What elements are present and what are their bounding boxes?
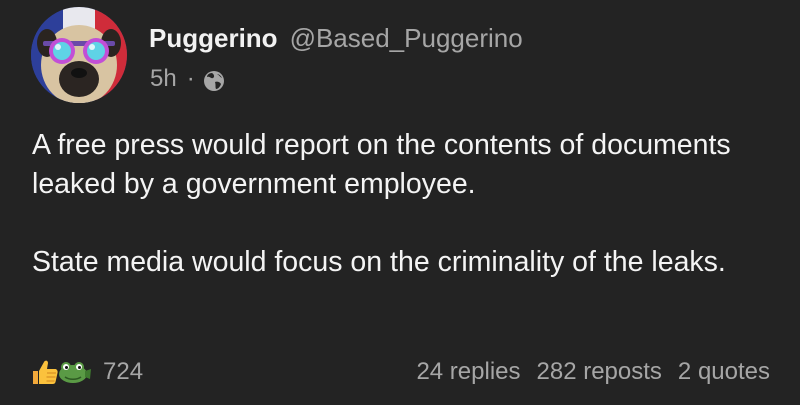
post-paragraph: A free press would report on the content…	[32, 129, 731, 200]
pug-with-sunglasses-avatar-icon	[31, 7, 127, 103]
post-stats: 24 replies 282 reposts 2 quotes	[400, 358, 770, 386]
reactions-button[interactable]: 724	[30, 358, 143, 386]
replies-count[interactable]: 24 replies	[416, 358, 520, 386]
frog-emoji-icon	[59, 362, 91, 383]
post-paragraph: State media would focus on the criminali…	[32, 246, 726, 278]
globe-icon	[203, 68, 225, 91]
post-footer: 724 24 replies 282 reposts 2 quotes	[30, 352, 770, 392]
author-handle[interactable]: @Based_Puggerino	[290, 23, 523, 53]
author-name-row: Puggerino @Based_Puggerino	[149, 18, 523, 58]
quotes-count[interactable]: 2 quotes	[678, 358, 770, 386]
post-body: A free press would report on the content…	[32, 126, 772, 282]
author-display-name[interactable]: Puggerino	[149, 23, 278, 53]
thumbs-up-icon	[33, 360, 58, 384]
author-avatar[interactable]	[31, 7, 127, 103]
post-card: Puggerino @Based_Puggerino 5h · A free pr…	[0, 0, 800, 405]
reposts-count[interactable]: 282 reposts	[537, 358, 662, 386]
reaction-icons	[30, 358, 93, 386]
post-meta: 5h ·	[150, 62, 225, 96]
reaction-count: 724	[103, 358, 144, 385]
post-timestamp[interactable]: 5h	[150, 62, 177, 96]
meta-separator: ·	[186, 65, 195, 92]
